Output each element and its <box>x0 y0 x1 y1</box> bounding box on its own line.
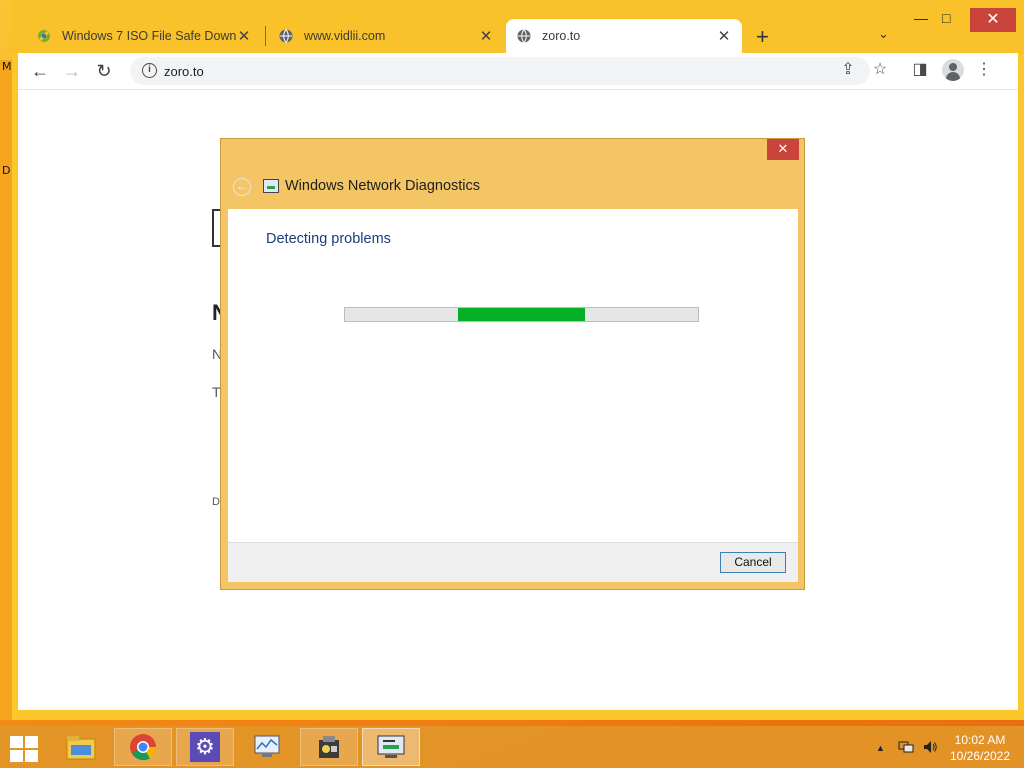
close-tab-icon[interactable]: ✕ <box>716 27 732 45</box>
page-box-fragment <box>212 209 220 247</box>
monitor-icon <box>254 735 280 757</box>
maximize-button[interactable]: □ <box>942 10 950 26</box>
network-diagnostics-icon <box>377 735 405 758</box>
status-heading: Detecting problems <box>266 231 391 247</box>
globe-icon <box>278 28 294 44</box>
close-tab-icon[interactable]: ✕ <box>236 27 252 45</box>
tab-separator <box>265 26 266 46</box>
address-bar[interactable]: i zoro.to <box>130 57 870 85</box>
share-icon[interactable]: ⇪ <box>838 60 858 80</box>
taskbar: ⚙ ▲ 10:02 AM 10/26/2022 <box>0 726 1024 768</box>
browser-toolbar: ← → ↻ i zoro.to ⇪ ☆ ◨ ⋮ <box>18 53 1018 89</box>
tab-strip: Windows 7 ISO File Safe Downlo ✕ www.vid… <box>12 0 1024 54</box>
system-clock[interactable]: 10:02 AM 10/26/2022 <box>944 732 1016 764</box>
dialog-footer: Cancel <box>228 542 798 582</box>
start-button[interactable] <box>8 734 38 762</box>
tab-vidlii[interactable]: www.vidlii.com ✕ <box>268 19 504 53</box>
tab-title: Windows 7 ISO File Safe Downlo <box>62 29 236 43</box>
minimize-button[interactable]: — <box>914 10 928 26</box>
dialog-close-button[interactable]: ✕ <box>767 139 799 160</box>
window-close-button[interactable]: ✕ <box>970 8 1016 32</box>
bookmark-star-icon[interactable]: ☆ <box>870 60 890 80</box>
progress-bar <box>344 307 699 322</box>
taskbar-network-diagnostics[interactable] <box>362 728 420 766</box>
tab-windows7-iso[interactable]: Windows 7 ISO File Safe Downlo ✕ <box>26 19 262 53</box>
reload-icon[interactable]: ↻ <box>92 59 116 83</box>
new-tab-button[interactable]: + <box>756 24 769 50</box>
dialog-content: Detecting problems <box>228 209 798 542</box>
tab-title: zoro.to <box>542 29 581 43</box>
taskbar-file-explorer[interactable] <box>52 728 110 766</box>
close-tab-icon[interactable]: ✕ <box>478 27 494 45</box>
network-diagnostics-icon <box>263 179 279 193</box>
desktop-icon-label-fragment: D <box>2 164 11 177</box>
cancel-button[interactable]: Cancel <box>720 552 786 573</box>
show-hidden-icons-button[interactable]: ▲ <box>876 743 885 753</box>
clock-time: 10:02 AM <box>954 733 1006 747</box>
tab-zoro[interactable]: zoro.to ✕ <box>506 19 742 53</box>
taskbar-settings[interactable]: ⚙ <box>176 728 234 766</box>
tools-icon <box>36 28 52 44</box>
chrome-icon <box>130 734 157 761</box>
progress-bar-fill <box>457 308 586 321</box>
taskbar-resource-monitor[interactable] <box>238 728 296 766</box>
tab-search-button[interactable]: ⌄ <box>878 26 889 42</box>
network-diagnostics-dialog: ✕ ← Windows Network Diagnostics Detectin… <box>220 138 805 590</box>
menu-kebab-icon[interactable]: ⋮ <box>974 60 994 80</box>
network-icon[interactable] <box>898 740 914 757</box>
globe-icon <box>516 28 532 44</box>
page-text-fragment: D <box>212 496 220 508</box>
volume-icon[interactable] <box>922 740 938 757</box>
back-arrow-icon[interactable]: ← <box>28 59 52 83</box>
profile-avatar-icon[interactable] <box>942 59 964 81</box>
taskbar-application[interactable] <box>300 728 358 766</box>
tab-title: www.vidlii.com <box>304 29 386 43</box>
address-url[interactable]: zoro.to <box>164 64 204 79</box>
clock-date: 10/26/2022 <box>949 749 1011 763</box>
side-panel-icon[interactable]: ◨ <box>910 60 930 80</box>
forward-arrow-icon[interactable]: → <box>60 59 84 83</box>
gear-icon: ⚙ <box>190 732 220 762</box>
windows-logo-icon <box>10 736 23 748</box>
taskbar-chrome[interactable] <box>114 728 172 766</box>
toolbox-icon <box>319 736 339 758</box>
folder-icon <box>66 736 96 760</box>
desktop-icon-label-fragment: M <box>2 60 12 73</box>
site-info-icon[interactable]: i <box>142 63 157 78</box>
back-arrow-icon[interactable]: ← <box>233 178 251 196</box>
dialog-title: Windows Network Diagnostics <box>285 178 481 194</box>
